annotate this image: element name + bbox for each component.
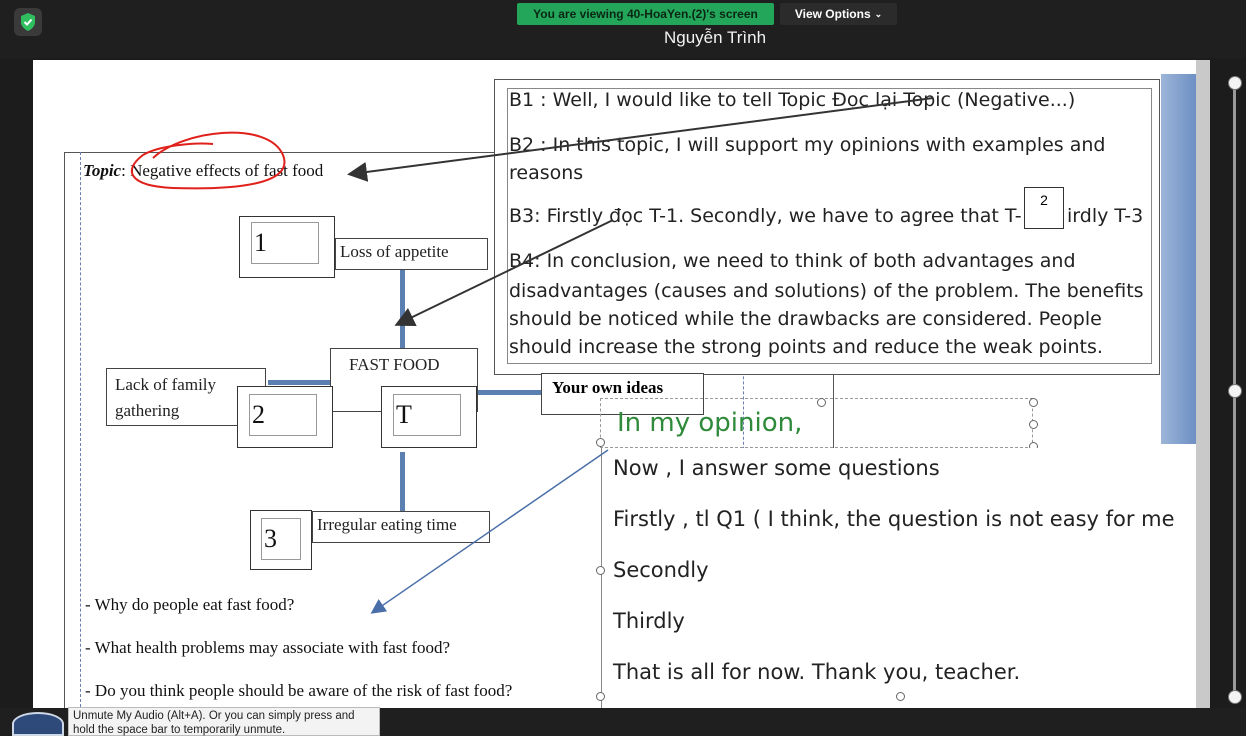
slider-knob[interactable]	[1228, 690, 1242, 704]
item-label-2-line1: Lack of family	[115, 375, 217, 394]
notes-line: Secondly	[613, 558, 709, 582]
topic-prefix: Topic	[83, 161, 122, 180]
meeting-window: You are viewing 40-HoaYen.(2)'s screen V…	[0, 0, 1246, 736]
resize-handle[interactable]	[596, 438, 605, 447]
notes-line: Thirdly	[613, 609, 685, 633]
script-b4-line2: disadvantages (causes and solutions) of …	[509, 280, 1144, 302]
number-3: 3	[261, 518, 301, 560]
number-2: 2	[249, 394, 317, 436]
shared-screen: Topic: Negative effects of fast food 1 L…	[33, 60, 1196, 708]
top-bar: You are viewing 40-HoaYen.(2)'s screen V…	[0, 0, 1246, 58]
topic-line: Topic: Negative effects of fast food	[83, 161, 324, 180]
question-1: - Why do people eat fast food?	[85, 595, 295, 614]
view-options-label: View Options	[794, 7, 871, 21]
resize-handle[interactable]	[1029, 398, 1038, 407]
slider-knob[interactable]	[1228, 384, 1242, 398]
connector	[476, 390, 541, 395]
decorative-bar	[1161, 74, 1196, 444]
resize-handle[interactable]	[596, 566, 605, 575]
script-b2-line2: reasons	[509, 162, 584, 184]
script-b4-line1: B4: In conclusion, we need to think of b…	[509, 250, 1076, 272]
presenter-name: Nguyễn Trình	[663, 28, 767, 47]
script-b4-line3: should be noticed while the drawbacks ar…	[509, 308, 1102, 330]
item-label-2-line2: gathering	[115, 401, 180, 420]
tooltip-line2: hold the space bar to temporarily unmute…	[73, 724, 286, 736]
tooltip-line1: Unmute My Audio (Alt+A). Or you can simp…	[73, 710, 355, 722]
script-b3-box: 2	[1024, 187, 1064, 229]
connector	[268, 380, 333, 385]
slider-knob[interactable]	[1228, 76, 1242, 90]
connector	[400, 270, 405, 350]
topic-text: Negative effects of fast food	[130, 161, 324, 180]
item-label-1: Loss of appetite	[335, 238, 488, 270]
item-label-3: Irregular eating time	[312, 511, 490, 543]
script-b1: B1 : Well, I would like to tell Topic Đọ…	[509, 89, 1076, 111]
chevron-down-icon: ⌄	[874, 8, 883, 19]
connector	[400, 452, 405, 512]
notes-line: Now , I answer some questions	[613, 456, 940, 480]
question-3: - Do you think people should be aware of…	[85, 681, 513, 700]
resize-handle[interactable]	[817, 398, 826, 407]
script-b2-line1: B2 : In this topic, I will support my op…	[509, 134, 1106, 156]
resize-handle[interactable]	[896, 692, 905, 701]
center-number: T	[393, 394, 461, 436]
avatar[interactable]	[12, 712, 64, 736]
number-1: 1	[251, 222, 319, 264]
unmute-tooltip: Unmute My Audio (Alt+A). Or you can simp…	[68, 707, 380, 736]
dotted-guide	[80, 152, 81, 708]
scrollbar[interactable]	[1196, 60, 1210, 708]
notes-line: That is all for now. Thank you, teacher.	[613, 660, 1021, 684]
opinion-heading[interactable]: In my opinion,	[617, 408, 802, 438]
viewing-banner: You are viewing 40-HoaYen.(2)'s screen	[517, 3, 774, 25]
resize-handle[interactable]	[596, 692, 605, 701]
script-b4-line4: should increase the strong points and re…	[509, 336, 1103, 358]
notes-line: Firstly , tl Q1 ( I think, the question …	[613, 507, 1175, 531]
view-options-button[interactable]: View Options ⌄	[780, 3, 897, 25]
script-b3: B3: Firstly đọc T-1. Secondly, we have t…	[509, 205, 1022, 227]
script-b3-tail: irdly T-3	[1067, 205, 1144, 227]
resize-handle[interactable]	[1029, 420, 1038, 429]
question-2: - What health problems may associate wit…	[85, 638, 451, 657]
